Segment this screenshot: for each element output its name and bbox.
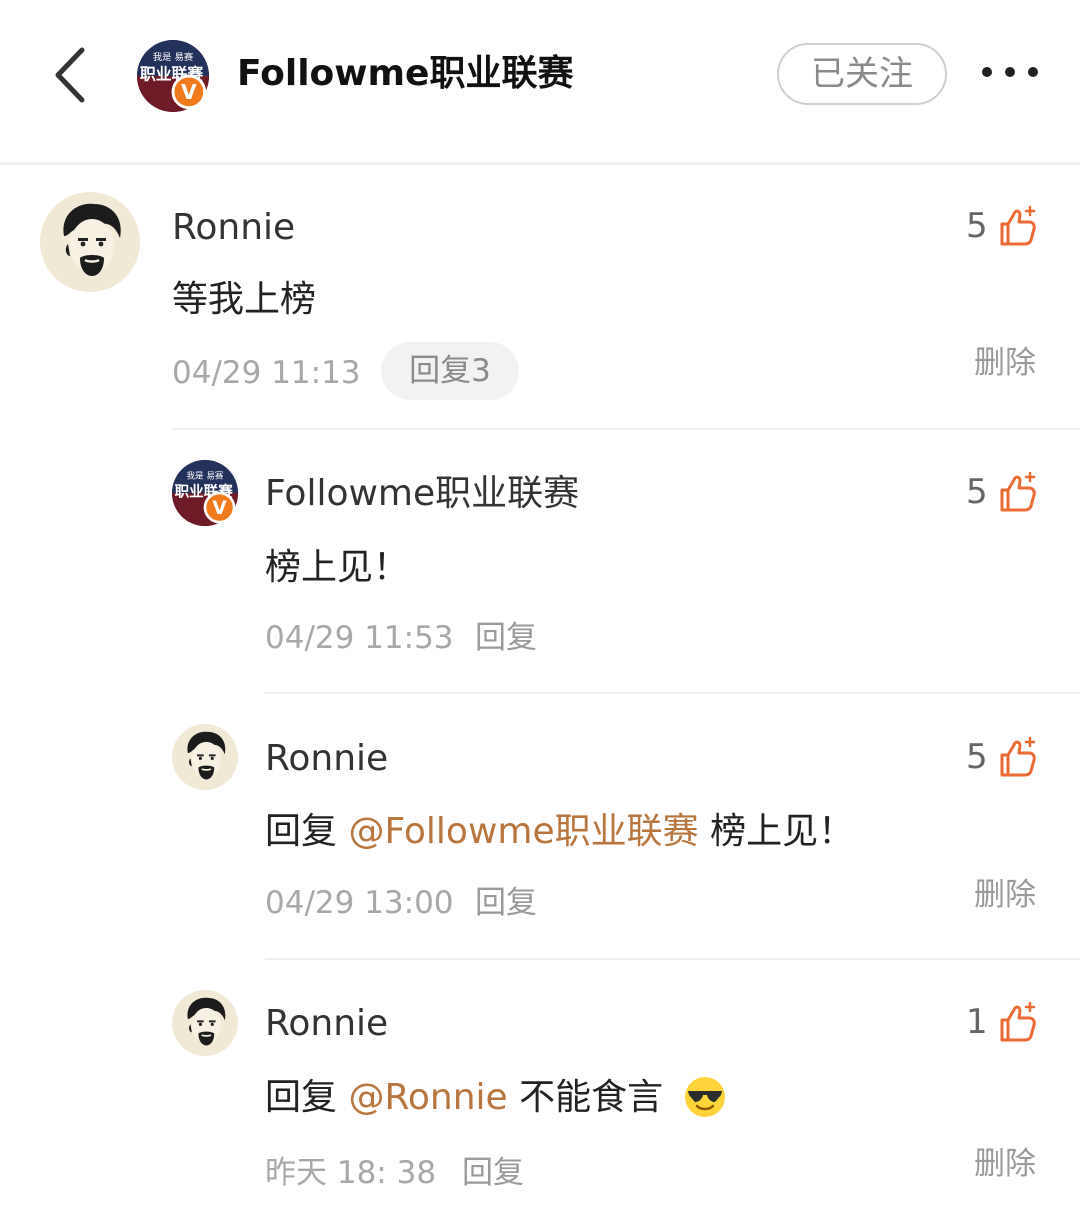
reply-time: 04/29 13:00 (265, 885, 454, 921)
svg-text:我是 易赛: 我是 易赛 (153, 51, 194, 63)
like-count: 5 (966, 737, 988, 777)
mention-link[interactable]: @Ronnie (348, 1077, 507, 1118)
like-count: 1 (966, 1002, 988, 1042)
reply-username[interactable]: Ronnie (265, 736, 388, 782)
header-bar: 我是 易赛 职业联赛 V Followme职业联赛 已关注 (0, 0, 1080, 162)
reply-button[interactable]: 回复 (462, 1153, 524, 1193)
delete-button[interactable]: 删除 (974, 1144, 1036, 1184)
reply-text-line: 回复 @Ronnie 不能食言 (265, 1074, 727, 1122)
avatar[interactable] (40, 192, 140, 292)
mention-link[interactable]: @Followme职业联赛 (348, 811, 698, 852)
reply-prefix: 回复 (265, 811, 338, 852)
view-replies-button[interactable]: 回复3 (381, 342, 519, 400)
more-button[interactable] (975, 55, 1045, 89)
reply-time: 04/29 11:53 (265, 620, 454, 656)
avatar[interactable]: 我是 易赛 职业联赛 V (172, 460, 238, 526)
user-avatar-image (40, 192, 140, 292)
reply-username[interactable]: Ronnie (265, 1001, 388, 1047)
delete-button[interactable]: 删除 (974, 343, 1036, 383)
like-button[interactable]: 5 (966, 470, 1040, 514)
account-avatar-image: 我是 易赛 职业联赛 V (172, 460, 238, 526)
user-avatar-image (172, 724, 238, 790)
thumbs-up-icon (996, 470, 1040, 514)
svg-text:V: V (212, 498, 227, 519)
reply-prefix: 回复 (265, 1077, 338, 1118)
divider (265, 958, 1080, 960)
thumbs-up-icon (996, 1000, 1040, 1044)
user-avatar-image (172, 990, 238, 1056)
account-avatar[interactable]: 我是 易赛 职业联赛 V (137, 40, 209, 112)
thumbs-up-icon (996, 735, 1040, 779)
reply-button[interactable]: 回复 (475, 883, 537, 923)
reply-text: 不能食言 (519, 1077, 664, 1118)
delete-button[interactable]: 删除 (974, 875, 1036, 915)
divider (172, 428, 1080, 430)
like-button[interactable]: 5 (966, 735, 1040, 779)
back-button[interactable] (44, 40, 104, 110)
like-count: 5 (966, 472, 988, 512)
like-count: 5 (966, 206, 988, 246)
thumbs-up-icon (996, 204, 1040, 248)
like-button[interactable]: 5 (966, 204, 1040, 248)
like-button[interactable]: 1 (966, 1000, 1040, 1044)
account-name[interactable]: Followme职业联赛 (237, 50, 573, 98)
avatar[interactable] (172, 724, 238, 790)
sunglasses-emoji-icon (684, 1077, 725, 1117)
reply-username[interactable]: Followme职业联赛 (265, 471, 579, 517)
reply-text: 榜上见！ (265, 547, 410, 588)
header-divider (0, 162, 1080, 165)
reply-time: 昨天 18: 38 (265, 1155, 437, 1191)
divider (265, 692, 1080, 694)
comment-text: 等我上榜 (172, 279, 317, 320)
avatar[interactable] (172, 990, 238, 1056)
comment-username[interactable]: Ronnie (172, 205, 295, 251)
verified-badge: V (181, 80, 197, 104)
reply-text: 榜上见！ (710, 811, 855, 852)
reply-text-line: 回复 @Followme职业联赛 榜上见！ (265, 808, 854, 856)
follow-button[interactable]: 已关注 (777, 43, 947, 105)
reply-button[interactable]: 回复 (475, 618, 537, 658)
more-dots-icon (982, 67, 1038, 77)
svg-text:我是 易赛: 我是 易赛 (186, 469, 223, 481)
chevron-left-icon (55, 47, 85, 103)
comment-time: 04/29 11:13 (172, 355, 361, 391)
